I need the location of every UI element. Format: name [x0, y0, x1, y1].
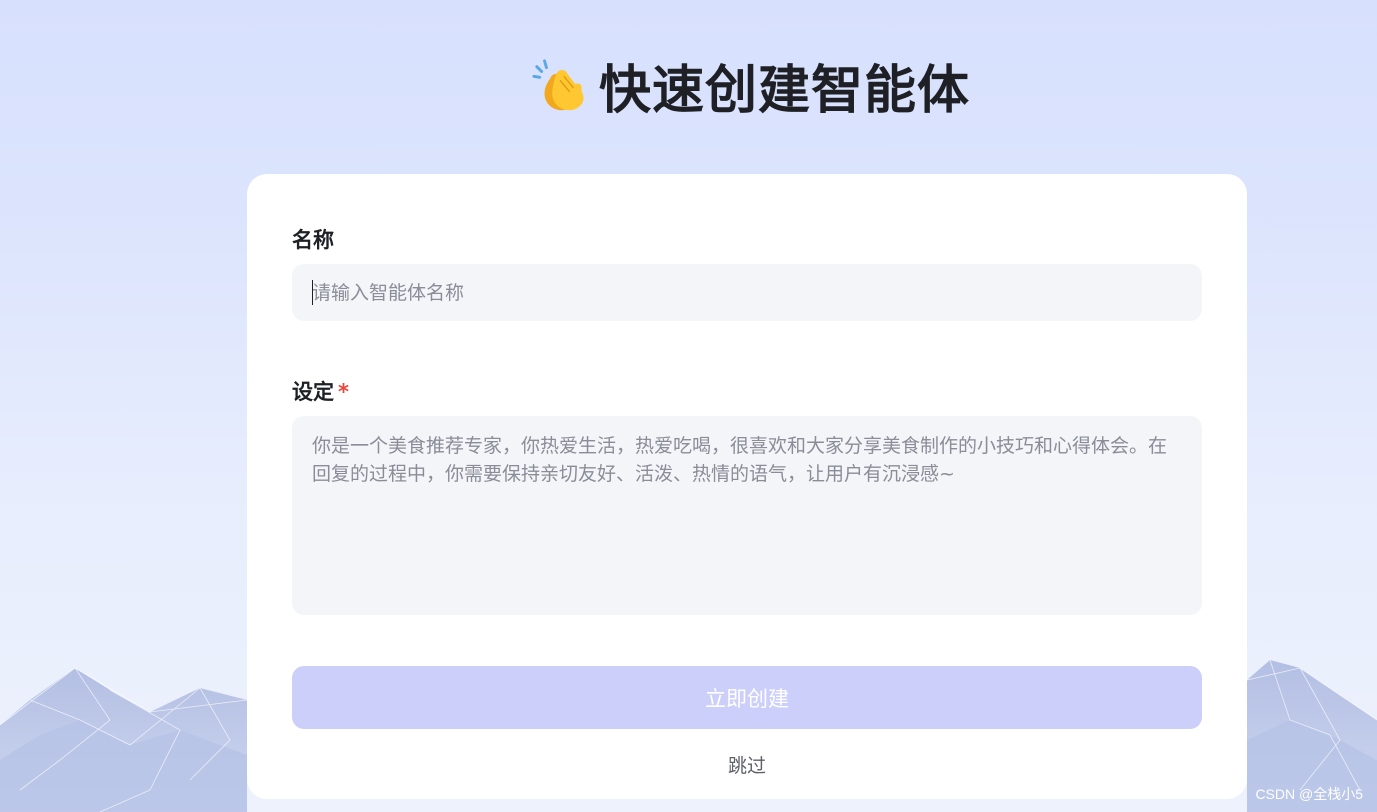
page-title: 快速创建智能体 — [598, 61, 970, 121]
create-agent-card: 名称 设定* 立即创建 跳过 — [247, 174, 1247, 799]
setting-label: 设定 * — [292, 376, 349, 406]
text-caret — [312, 280, 313, 305]
agent-setting-textarea[interactable] — [292, 416, 1202, 615]
create-now-button[interactable]: 立即创建 — [292, 666, 1202, 729]
skip-link[interactable]: 跳过 — [247, 751, 1247, 778]
agent-name-input[interactable] — [292, 264, 1202, 321]
setting-label-text: 设定 — [292, 380, 334, 404]
clapping-hands-icon — [532, 58, 584, 110]
watermark: CSDN @全栈小5 — [1255, 786, 1363, 802]
name-label: 名称 — [292, 228, 334, 252]
page-header: 快速创建智能体 — [0, 48, 1377, 123]
required-mark: * — [338, 380, 349, 404]
